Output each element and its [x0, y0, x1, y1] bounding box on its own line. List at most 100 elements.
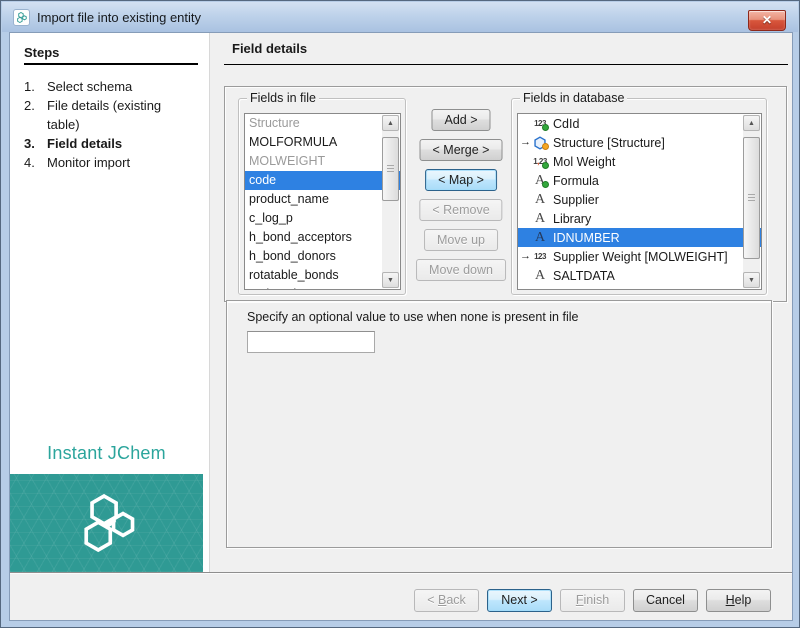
text-field-icon: A: [530, 209, 550, 228]
list-item[interactable]: Structure: [245, 114, 400, 133]
step-monitor-import: 4. Monitor import: [24, 153, 199, 172]
db-field-label: IDNUMBER: [550, 231, 620, 245]
structure-field-icon: [530, 133, 550, 152]
steps-list: 1. Select schema 2. File details (existi…: [24, 77, 199, 172]
steps-sidebar: Steps 1. Select schema 2. File details (…: [10, 33, 209, 572]
scroll-down-icon[interactable]: ▼: [743, 272, 760, 288]
db-list-scrollbar[interactable]: ▲ ▼: [743, 115, 760, 288]
optional-value-panel: Specify an optional value to use when no…: [226, 300, 772, 548]
db-field-row-selected[interactable]: A IDNUMBER: [518, 228, 761, 247]
scroll-up-icon[interactable]: ▲: [382, 115, 399, 131]
optional-value-label: Specify an optional value to use when no…: [247, 310, 578, 324]
merge-button[interactable]: < Merge >: [420, 139, 503, 161]
db-field-label: Structure [Structure]: [550, 136, 665, 150]
integer-field-icon: 123: [530, 247, 550, 266]
steps-heading: Steps: [24, 45, 59, 60]
list-item[interactable]: rotatable_bonds: [245, 266, 400, 285]
finish-button[interactable]: Finish: [560, 589, 625, 612]
db-field-row-mapped[interactable]: → 123 Supplier Weight [MOLWEIGHT]: [518, 247, 761, 266]
db-field-label: LIQUID: [550, 288, 595, 291]
remove-button[interactable]: < Remove: [419, 199, 502, 221]
list-item[interactable]: acd_code: [245, 285, 400, 290]
integer-field-icon: 123: [530, 114, 550, 133]
warning-badge-icon: [542, 143, 549, 150]
list-item[interactable]: h_bond_donors: [245, 247, 400, 266]
fields-in-file-group: Fields in file Structure MOLFORMULA MOLW…: [238, 98, 406, 295]
list-item[interactable]: MOLFORMULA: [245, 133, 400, 152]
close-button[interactable]: ✕: [748, 10, 786, 31]
db-field-label: Library: [550, 212, 591, 226]
text-field-icon: A: [530, 228, 550, 247]
db-field-label: Formula: [550, 174, 599, 188]
list-item-selected[interactable]: code: [245, 171, 400, 190]
db-field-row-mapped[interactable]: → Structure [Structure]: [518, 133, 761, 152]
brand-panel: [10, 474, 203, 572]
indexed-badge-icon: [542, 124, 549, 131]
instant-jchem-logo-icon: [72, 488, 142, 558]
text-field-icon: A: [530, 266, 550, 285]
indexed-badge-icon: [542, 181, 549, 188]
text-field-icon: A: [530, 171, 550, 190]
dialog-content: Steps 1. Select schema 2. File details (…: [9, 32, 793, 621]
title-bar[interactable]: Import file into existing entity ✕: [2, 2, 798, 32]
app-logo-icon: [13, 9, 30, 26]
fields-in-database-legend: Fields in database: [520, 91, 627, 105]
scrollbar-thumb[interactable]: [743, 137, 760, 259]
db-field-label: CdId: [550, 117, 579, 131]
db-field-row[interactable]: A Formula: [518, 171, 761, 190]
step-file-details: 2. File details (existing table): [24, 96, 199, 134]
step-label: Field details: [47, 134, 189, 153]
move-up-button[interactable]: Move up: [424, 229, 498, 251]
db-field-row[interactable]: A LIQUID: [518, 285, 761, 290]
db-field-label: SALTDATA: [550, 269, 615, 283]
add-button[interactable]: Add >: [431, 109, 490, 131]
step-number: 4.: [24, 153, 47, 172]
main-area: Field details Fields in file Structure M…: [209, 33, 794, 572]
footer-separator: [10, 572, 792, 573]
steps-rule: [24, 63, 198, 65]
step-number: 2.: [24, 96, 47, 134]
step-label: Monitor import: [47, 153, 189, 172]
text-field-icon: A: [530, 190, 550, 209]
transfer-button-column: Add > < Merge > < Map > < Remove Move up…: [411, 87, 511, 303]
mapped-arrow-icon: →: [520, 133, 530, 152]
db-field-label: Supplier: [550, 193, 599, 207]
help-button[interactable]: Help: [706, 589, 771, 612]
text-field-icon: A: [530, 285, 550, 290]
optional-value-input[interactable]: [247, 331, 375, 353]
db-field-row[interactable]: 1,23 Mol Weight: [518, 152, 761, 171]
list-item[interactable]: c_log_p: [245, 209, 400, 228]
step-label: File details (existing table): [47, 96, 189, 134]
list-item[interactable]: product_name: [245, 190, 400, 209]
db-field-row[interactable]: 123 CdId: [518, 114, 761, 133]
db-field-label: Supplier Weight [MOLWEIGHT]: [550, 250, 728, 264]
mapped-arrow-icon: →: [520, 247, 530, 266]
back-button[interactable]: < Back: [414, 589, 479, 612]
wizard-footer: < Back Next > Finish Cancel Help: [414, 589, 771, 612]
db-field-row[interactable]: A SALTDATA: [518, 266, 761, 285]
db-field-row[interactable]: A Supplier: [518, 190, 761, 209]
page-title: Field details: [232, 41, 307, 56]
step-number: 1.: [24, 77, 47, 96]
list-item[interactable]: h_bond_acceptors: [245, 228, 400, 247]
file-list-scrollbar[interactable]: ▲ ▼: [382, 115, 399, 288]
decimal-field-icon: 1,23: [530, 152, 550, 171]
fields-in-file-list[interactable]: Structure MOLFORMULA MOLWEIGHT code prod…: [244, 113, 401, 290]
map-button[interactable]: < Map >: [425, 169, 497, 191]
db-field-label: Mol Weight: [550, 155, 615, 169]
db-field-row[interactable]: A Library: [518, 209, 761, 228]
next-button[interactable]: Next >: [487, 589, 552, 612]
scroll-up-icon[interactable]: ▲: [743, 115, 760, 131]
list-item[interactable]: MOLWEIGHT: [245, 152, 400, 171]
window-title: Import file into existing entity: [37, 10, 201, 25]
heading-rule: [224, 64, 788, 65]
scroll-down-icon[interactable]: ▼: [382, 272, 399, 288]
cancel-button[interactable]: Cancel: [633, 589, 698, 612]
step-select-schema: 1. Select schema: [24, 77, 199, 96]
scrollbar-thumb[interactable]: [382, 137, 399, 201]
fields-in-database-list[interactable]: 123 CdId → Structure [Structure: [517, 113, 762, 290]
step-field-details-current: 3. Field details: [24, 134, 199, 153]
move-down-button[interactable]: Move down: [416, 259, 506, 281]
step-number: 3.: [24, 134, 47, 153]
step-label: Select schema: [47, 77, 189, 96]
